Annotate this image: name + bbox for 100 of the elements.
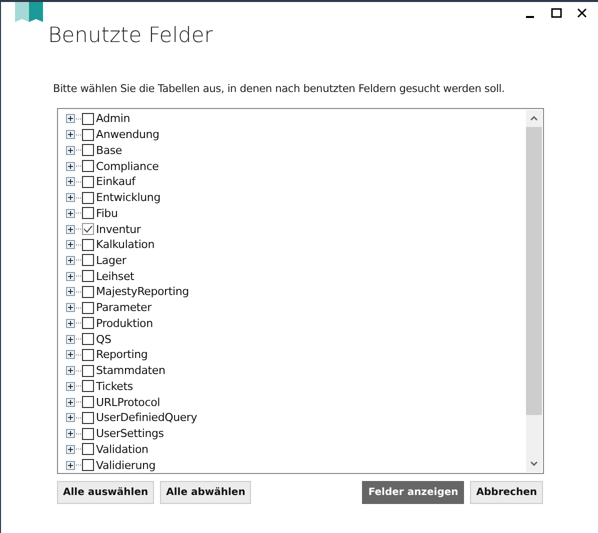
checkbox[interactable] xyxy=(82,286,94,298)
dotted-line-icon xyxy=(76,448,81,450)
tree-item[interactable]: URLProtocol xyxy=(96,396,160,409)
tree-item[interactable]: Produktion xyxy=(96,316,153,330)
dotted-line-icon xyxy=(76,118,81,120)
checkbox[interactable] xyxy=(82,302,94,314)
dotted-line-icon xyxy=(76,338,81,340)
dotted-line-icon xyxy=(76,354,81,356)
checkbox[interactable] xyxy=(82,128,94,141)
select-button[interactable]: Alle abwählen xyxy=(160,481,252,504)
checkbox[interactable] xyxy=(82,223,94,235)
tree-item[interactable]: Einkauf xyxy=(96,175,136,188)
tree-item[interactable]: Inventur xyxy=(96,222,141,236)
window-title: Benutzte Felder xyxy=(48,23,214,47)
tree-item[interactable]: Validation xyxy=(96,442,148,456)
expand-icon[interactable] xyxy=(66,208,75,218)
tree-item[interactable]: Base xyxy=(96,144,122,157)
dotted-line-icon xyxy=(76,134,81,136)
tree-item[interactable]: Validierung xyxy=(96,458,156,472)
checkbox[interactable] xyxy=(82,317,94,330)
tree-item[interactable]: Parameter xyxy=(96,301,152,314)
expand-icon[interactable] xyxy=(66,162,75,171)
expand-icon[interactable] xyxy=(66,398,75,407)
dotted-line-icon xyxy=(76,149,81,152)
tree-item[interactable]: Leihset xyxy=(96,270,134,283)
tree-item[interactable]: Compliance xyxy=(96,160,159,173)
expand-icon[interactable] xyxy=(66,413,75,422)
expand-icon[interactable] xyxy=(66,382,75,391)
checkbox[interactable] xyxy=(82,412,94,424)
checkbox[interactable] xyxy=(82,396,94,408)
tree-item[interactable]: Stammdaten xyxy=(96,364,166,378)
expand-icon[interactable] xyxy=(66,256,75,265)
dotted-line-icon xyxy=(76,259,81,262)
close-icon[interactable] xyxy=(577,8,587,18)
dotted-line-icon xyxy=(76,370,81,372)
dotted-line-icon xyxy=(76,432,81,435)
expand-icon[interactable] xyxy=(66,177,75,186)
checkbox[interactable] xyxy=(82,428,94,440)
checkbox[interactable] xyxy=(82,160,94,172)
checkbox[interactable] xyxy=(82,176,94,188)
dotted-line-icon xyxy=(76,212,81,214)
expand-icon[interactable] xyxy=(66,224,75,234)
tree-item[interactable]: Kalkulation xyxy=(96,238,154,252)
show-fields-button[interactable]: Felder anzeigen xyxy=(362,481,464,504)
expand-icon[interactable] xyxy=(66,193,75,202)
cancel-button[interactable]: Abbrechen xyxy=(470,481,543,504)
checkbox[interactable] xyxy=(82,270,94,282)
tree-item[interactable]: Admin xyxy=(96,112,130,126)
expand-icon[interactable] xyxy=(66,130,75,140)
tree-item[interactable]: Tickets xyxy=(96,380,133,393)
checkbox[interactable] xyxy=(82,254,94,266)
dotted-line-icon xyxy=(76,196,81,199)
checkbox[interactable] xyxy=(82,380,94,392)
checkbox[interactable] xyxy=(82,348,94,361)
checkbox[interactable] xyxy=(82,443,94,456)
tree-item[interactable]: Reporting xyxy=(96,348,148,362)
select-button[interactable]: Alle auswählen xyxy=(57,481,154,504)
expand-icon[interactable] xyxy=(66,429,75,438)
dotted-line-icon xyxy=(76,290,81,293)
tree-item[interactable]: Anwendung xyxy=(96,128,160,142)
dotted-line-icon xyxy=(76,464,81,466)
dotted-line-icon xyxy=(76,165,81,168)
expand-icon[interactable] xyxy=(66,272,75,281)
tree-item[interactable]: QS xyxy=(96,332,112,346)
dotted-line-icon xyxy=(76,228,81,230)
tree-item[interactable]: UserDefiniedQuery xyxy=(96,411,198,424)
dotted-line-icon xyxy=(76,322,81,324)
checkbox[interactable] xyxy=(82,207,94,220)
expand-icon[interactable] xyxy=(66,334,75,344)
checkbox[interactable] xyxy=(82,192,94,204)
checkbox[interactable] xyxy=(82,112,94,125)
expand-icon[interactable] xyxy=(66,318,75,328)
dotted-line-icon xyxy=(76,306,81,309)
checkbox[interactable] xyxy=(82,364,94,377)
expand-icon[interactable] xyxy=(66,366,75,376)
checkbox[interactable] xyxy=(82,238,94,251)
tree-item[interactable]: Fibu xyxy=(96,206,118,220)
dotted-line-icon xyxy=(76,244,81,246)
tree-item[interactable]: Lager xyxy=(96,254,126,267)
dotted-line-icon xyxy=(76,401,81,404)
dotted-line-icon xyxy=(76,416,81,419)
expand-icon[interactable] xyxy=(66,460,75,470)
expand-icon[interactable] xyxy=(66,303,75,312)
expand-icon[interactable] xyxy=(66,350,75,360)
expand-icon[interactable] xyxy=(66,444,75,454)
expand-icon[interactable] xyxy=(66,114,75,124)
tree-item[interactable]: MajestyReporting xyxy=(96,285,189,298)
tree-item[interactable]: UserSettings xyxy=(96,427,164,440)
expand-icon[interactable] xyxy=(66,240,75,250)
maximize-icon[interactable] xyxy=(550,8,562,18)
dotted-line-icon xyxy=(76,385,81,388)
expand-icon[interactable] xyxy=(66,146,75,155)
dotted-line-icon xyxy=(76,180,81,183)
scrollbar[interactable] xyxy=(526,110,542,472)
checkbox[interactable] xyxy=(82,333,94,346)
tree-item[interactable]: Entwicklung xyxy=(96,191,160,204)
expand-icon[interactable] xyxy=(66,287,75,296)
scroll-thumb[interactable] xyxy=(526,127,542,415)
checkbox[interactable] xyxy=(82,459,94,472)
checkbox[interactable] xyxy=(82,144,94,156)
